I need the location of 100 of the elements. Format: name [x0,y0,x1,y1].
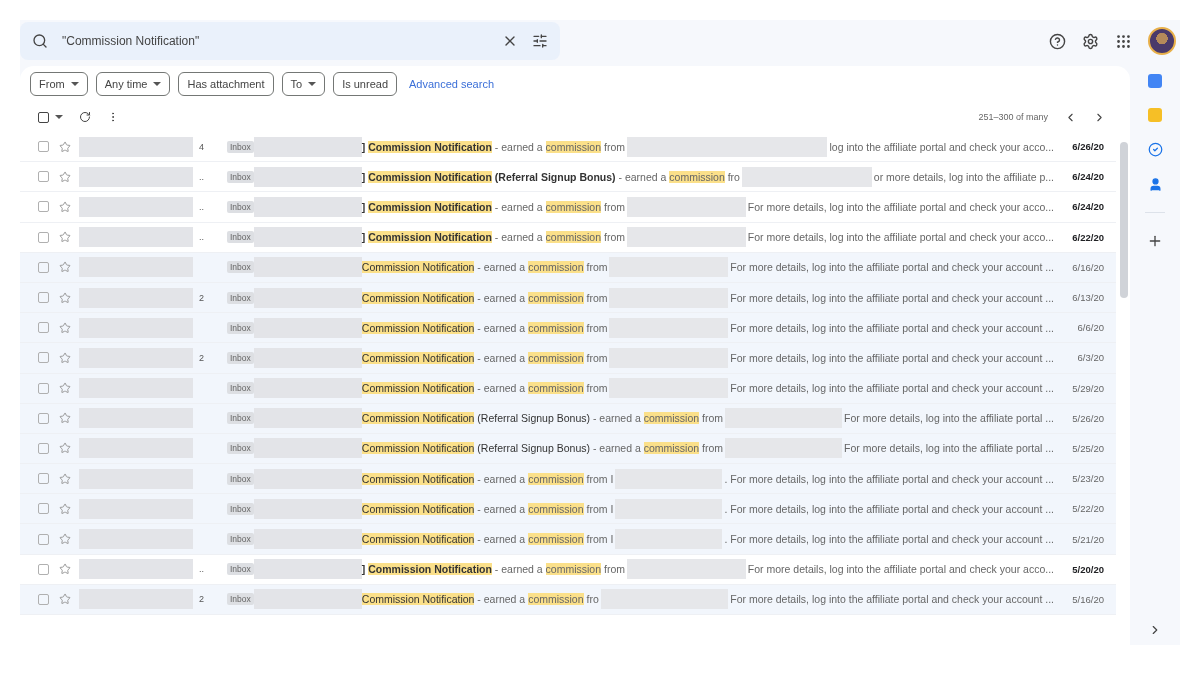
star-icon[interactable] [59,170,71,183]
email-preview: - earned a commission fro [476,593,599,606]
star-icon[interactable] [59,351,71,364]
email-preview: - earned a commission from [476,261,608,274]
email-subject: ] Commission Notification [361,200,492,213]
person-icon[interactable] [1147,177,1163,192]
row-checkbox[interactable] [38,171,49,183]
email-snippet: For more details, log into the affiliate portal and check your account ... [730,261,1054,274]
row-checkbox[interactable] [38,141,49,153]
plus-icon[interactable] [1147,233,1163,249]
email-preview: - earned a commission fro [617,170,740,183]
row-checkbox[interactable] [38,442,49,454]
row-checkbox[interactable] [38,261,49,273]
calendar-icon[interactable] [1148,74,1162,88]
caret-icon [308,82,317,86]
star-icon[interactable] [59,231,71,244]
star-icon[interactable] [59,140,71,153]
email-date: 6/24/20 [1071,201,1105,213]
email-row[interactable]: 2 Inbox Commission Notification - earned a commission from For more details, log into the affiliate portal and check your account ... 6/13/20 [20,282,1116,314]
caret-icon [153,82,162,86]
email-date: 6/13/20 [1071,292,1105,304]
email-date: 5/16/20 [1071,593,1105,605]
row-checkbox[interactable] [38,352,49,364]
row-checkbox[interactable] [38,231,49,243]
filter-chip[interactable]: Has attachment [178,72,274,96]
email-preview: - earned a commission from I [476,533,614,546]
email-snippet: log into the affiliate portal and check your acco... [829,140,1054,153]
row-checkbox[interactable] [38,382,49,394]
search-input[interactable]: "Commission Notification" [62,34,488,48]
row-checkbox[interactable] [38,201,49,213]
email-preview: - earned a commission from [476,382,608,395]
email-date: 6/16/20 [1071,261,1105,273]
star-icon[interactable] [59,533,71,546]
star-icon[interactable] [59,291,71,304]
row-checkbox[interactable] [38,593,49,605]
row-checkbox[interactable] [38,473,49,485]
email-row[interactable]: Inbox Commission Notification - earned a commission from I . For more details, log into the affiliate portal and check your account ... 5/22/20 [20,494,1116,525]
star-icon[interactable] [59,412,71,425]
inbox-label: Inbox [227,502,254,515]
row-checkbox[interactable] [38,503,49,515]
filter-chip[interactable]: Is unread [333,72,397,96]
email-snippet: For more details, log into the affiliate portal and check your account ... [730,351,1054,364]
email-row[interactable]: Inbox Commission Notification - earned a commission from For more details, log into the affiliate portal and check your account ... 6/6/20 [20,313,1116,344]
apps-grid-icon[interactable] [1115,32,1132,50]
email-date: 5/25/20 [1071,442,1105,454]
inbox-label: Inbox [227,442,254,455]
scrollbar-thumb[interactable] [1120,142,1128,298]
sliders-icon[interactable] [532,33,548,49]
thread-count: .. [198,232,205,243]
row-checkbox[interactable] [38,563,49,575]
refresh-icon[interactable] [79,111,91,123]
caret-icon[interactable] [55,115,63,119]
inbox-label: Inbox [227,533,254,546]
email-row[interactable]: Inbox Commission Notification - earned a commission from I . For more details, log into the affiliate portal and check your account ... 5/23/20 [20,464,1116,495]
star-icon[interactable] [59,442,71,455]
inbox-label: Inbox [227,140,254,153]
avatar[interactable] [1148,27,1176,55]
star-icon[interactable] [59,472,71,485]
email-row[interactable]: 2 Inbox Commission Notification - earned a commission from For more details, log into the affiliate portal and check your account ... 6/3/20 [20,343,1116,374]
email-subject: Commission Notification [361,593,475,606]
star-icon[interactable] [59,382,71,395]
star-icon[interactable] [59,593,71,606]
star-icon[interactable] [59,563,71,576]
email-date: 6/22/20 [1071,231,1105,243]
filter-chip[interactable]: To [281,72,326,96]
email-row[interactable]: Inbox Commission Notification - earned a commission from For more details, log into the affiliate portal and check your account ... 5/29/20 [20,373,1116,404]
inbox-label: Inbox [227,200,254,213]
email-preview: - earned a commission from [476,321,608,334]
email-date: 5/26/20 [1071,412,1105,424]
row-checkbox[interactable] [38,412,49,424]
advanced-search-link[interactable]: Advanced search [409,78,494,90]
filter-chip[interactable]: From [30,72,88,96]
row-checkbox[interactable] [38,322,49,334]
inbox-label: Inbox [227,382,254,395]
email-snippet: For more details, log into the affiliate portal ... [844,442,1054,455]
star-icon[interactable] [59,200,71,213]
check-circle-icon[interactable] [1147,142,1163,157]
thread-count: .. [198,564,205,575]
row-checkbox[interactable] [38,292,49,304]
email-preview: - earned a commission from [591,442,724,455]
search-field[interactable]: "Commission Notification" [20,22,560,60]
email-subject: ] Commission Notification (Referral Signup Bonus) [361,170,616,183]
note-icon[interactable] [1148,108,1162,122]
email-date: 5/23/20 [1071,473,1105,485]
row-checkbox[interactable] [38,533,49,545]
email-date: 5/22/20 [1071,503,1105,515]
email-row[interactable]: Inbox Commission Notification (Referral Signup Bonus) - earned a commission from For more details, log into the affiliate portal ... 5/25/20 [20,433,1116,465]
select-all-checkbox[interactable] [38,111,49,123]
star-icon[interactable] [59,261,71,274]
email-row[interactable]: 2 Inbox Commission Notification - earned a commission fro For more details, log into the affiliate portal and check your account ... 5/16/20 [20,584,1116,615]
email-subject: Commission Notification (Referral Signup Bonus) [361,442,590,455]
email-row[interactable]: Inbox Commission Notification (Referral Signup Bonus) - earned a commission from For more details, log into the affiliate portal ... 5/26/20 [20,403,1116,434]
help-icon[interactable] [1049,32,1066,50]
email-row[interactable]: Inbox Commission Notification - earned a commission from I . For more details, log into the affiliate portal and check your account ... 5/21/20 [20,524,1116,555]
settings-icon[interactable] [1082,32,1099,50]
email-row[interactable]: Inbox Commission Notification - earned a commission from For more details, log into the affiliate portal and check your account ... 6/16/20 [20,252,1116,283]
filter-chip[interactable]: Any time [95,72,171,96]
inbox-label: Inbox [227,472,254,485]
star-icon[interactable] [59,321,71,334]
star-icon[interactable] [59,502,71,515]
